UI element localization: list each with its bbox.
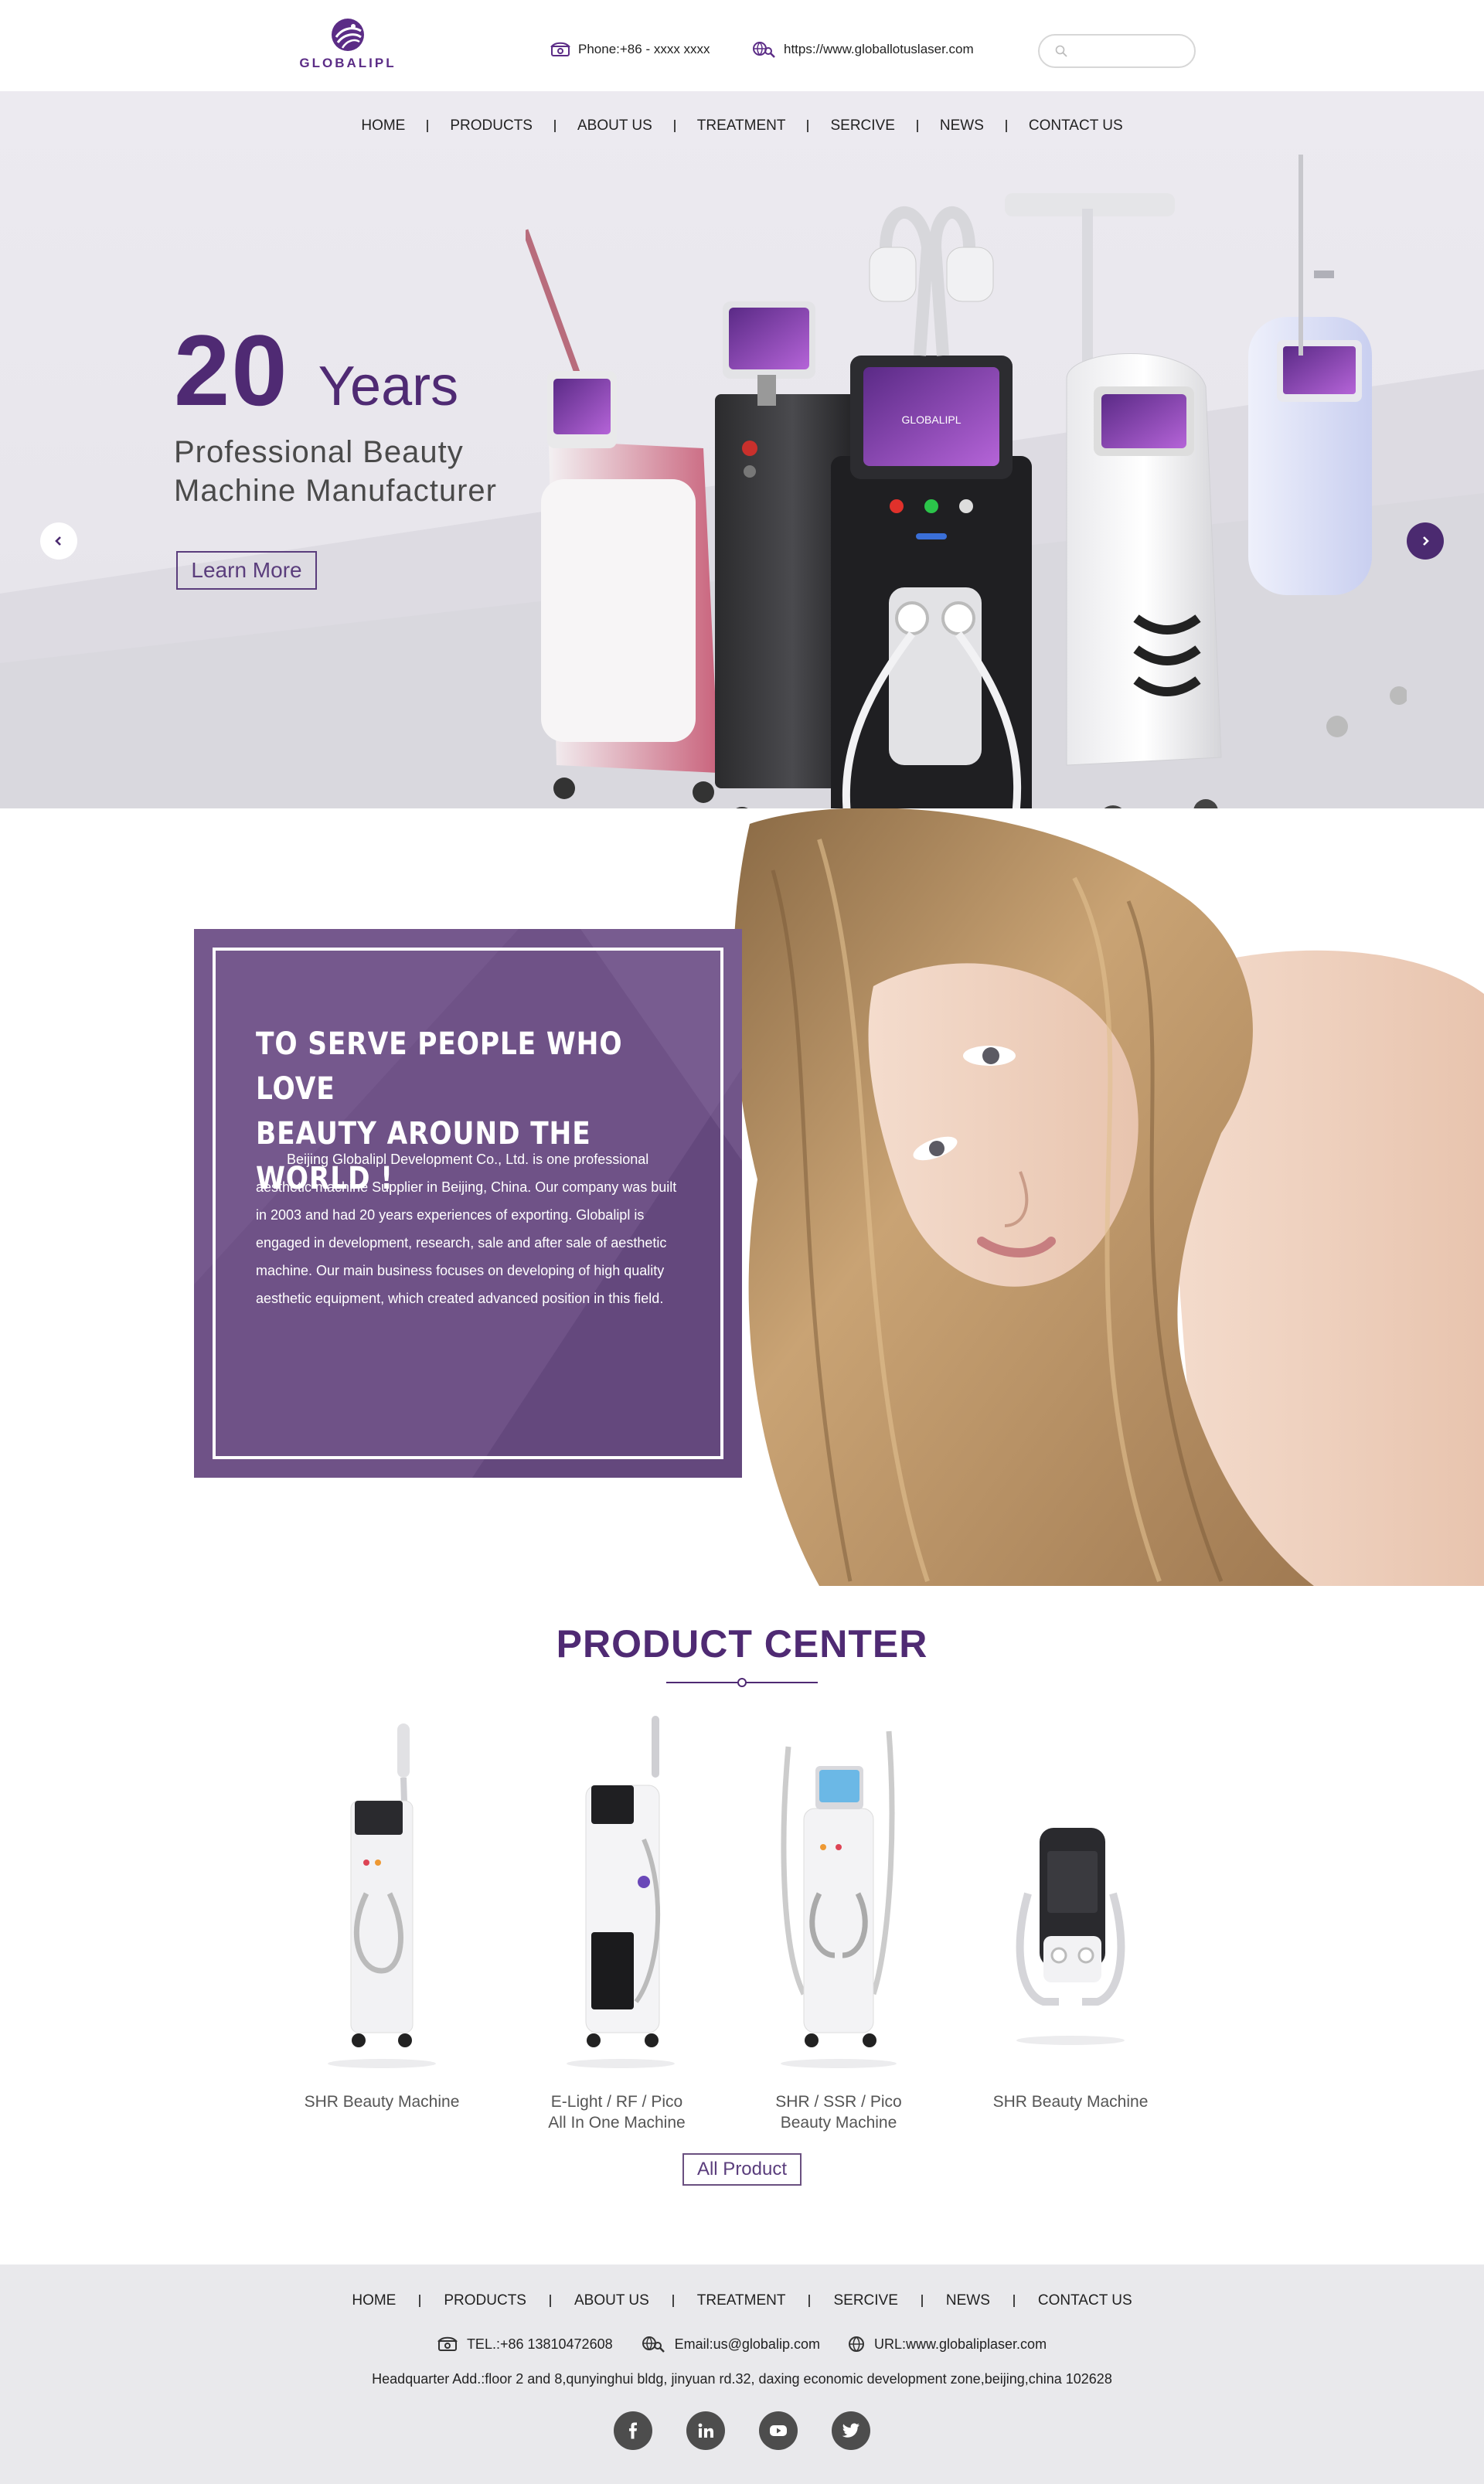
all-products-button[interactable]: All Product xyxy=(682,2153,802,2186)
phone-icon xyxy=(550,42,570,56)
hero-banner: HOME PRODUCTS ABOUT US TREATMENT SERCIVE… xyxy=(0,91,1484,808)
hero-headline: 20 Years xyxy=(174,320,458,420)
nav-about-us[interactable]: ABOUT US xyxy=(556,117,674,134)
hero-screen-brand: GLOBALIPL xyxy=(901,413,961,426)
product-card[interactable]: E-Light / RF / Pico All In One Machine xyxy=(516,1716,717,2133)
product-image xyxy=(567,1716,675,2068)
header-phone-text: Phone:+86 - xxxx xxxx xyxy=(578,42,710,56)
phone-icon xyxy=(437,2336,458,2351)
globe-logo-icon xyxy=(332,19,364,51)
nav-contact-us[interactable]: CONTACT US xyxy=(1007,117,1145,134)
product-name-line1: SHR Beauty Machine xyxy=(304,2093,460,2111)
nav-news[interactable]: NEWS xyxy=(918,117,1006,134)
globe-search-icon xyxy=(753,42,775,58)
hero-machines-image: GLOBALIPL xyxy=(526,155,1407,808)
header-url[interactable]: https://www.globallotuslaser.com xyxy=(751,40,974,59)
social-links xyxy=(0,2411,1484,2450)
logo-text: GLOBALIPL xyxy=(299,56,397,70)
slider-prev-button[interactable] xyxy=(40,522,77,560)
footer-address: Headquarter Add.:floor 2 and 8,qunyinghu… xyxy=(372,2371,1112,2387)
slider-next-button[interactable] xyxy=(1407,522,1444,560)
facebook-button[interactable] xyxy=(614,2411,652,2450)
product-center-title: PRODUCT CENTER xyxy=(556,1622,928,1666)
product-name-line2: Beauty Machine xyxy=(780,2114,897,2132)
product-card[interactable]: SHR Beauty Machine xyxy=(281,1716,482,2112)
main-nav: HOME PRODUCTS ABOUT US TREATMENT SERCIVE… xyxy=(0,114,1484,138)
footer-tel: TEL.:+86 13810472608 xyxy=(437,2336,613,2353)
footer-nav-about-us[interactable]: ABOUT US xyxy=(551,2292,672,2309)
twitter-icon xyxy=(842,2423,859,2438)
product-image xyxy=(781,1730,897,2068)
globe-search-icon xyxy=(642,2336,665,2353)
footer-nav-home[interactable]: HOME xyxy=(328,2292,419,2309)
footer-nav: HOME PRODUCTS ABOUT US TREATMENT SERCIVE… xyxy=(0,2292,1484,2309)
product-image xyxy=(1016,1828,1125,2045)
search-box[interactable] xyxy=(1038,34,1196,68)
nav-products[interactable]: PRODUCTS xyxy=(428,117,554,134)
about-title-line1: TO SERVE PEOPLE WHO LOVE xyxy=(256,1026,623,1107)
header-url-text: https://www.globallotuslaser.com xyxy=(784,42,974,56)
search-icon xyxy=(1055,45,1067,57)
product-name: SHR / SSR / Pico Beauty Machine xyxy=(738,2091,939,2133)
footer-email[interactable]: Email:us@globalip.com xyxy=(641,2336,820,2353)
footer-nav-treatment[interactable]: TREATMENT xyxy=(674,2292,809,2309)
product-name-line1: SHR / SSR / Pico xyxy=(775,2093,902,2111)
youtube-button[interactable] xyxy=(759,2411,798,2450)
title-divider xyxy=(666,1678,818,1687)
nav-service[interactable]: SERCIVE xyxy=(808,117,916,134)
product-name: SHR Beauty Machine xyxy=(281,2091,482,2112)
about-card: TO SERVE PEOPLE WHO LOVE BEAUTY AROUND T… xyxy=(194,929,742,1478)
chevron-right-icon xyxy=(1423,536,1429,546)
globe-icon xyxy=(848,2336,864,2352)
linkedin-icon xyxy=(698,2423,713,2438)
site-header: GLOBALIPL Phone:+86 - xxxx xxxx https://… xyxy=(0,0,1484,91)
about-description: Beijing Globalipl Development Co., Ltd. … xyxy=(256,1152,677,1306)
product-name-line2: All In One Machine xyxy=(548,2114,686,2132)
hero-years-word: Years xyxy=(318,356,459,417)
twitter-button[interactable] xyxy=(832,2411,870,2450)
footer-contact-info: TEL.:+86 13810472608 Email:us@globalip.c… xyxy=(0,2336,1484,2353)
linkedin-button[interactable] xyxy=(686,2411,725,2450)
footer-nav-news[interactable]: NEWS xyxy=(923,2292,1013,2309)
youtube-icon xyxy=(770,2425,787,2436)
facebook-icon xyxy=(629,2422,637,2439)
footer-email-text: Email:us@globalip.com xyxy=(674,2336,820,2352)
nav-treatment[interactable]: TREATMENT xyxy=(676,117,808,134)
product-name-line1: SHR Beauty Machine xyxy=(992,2093,1149,2111)
hero-years-number: 20 xyxy=(174,314,289,427)
footer-url-text: URL:www.globaliplaser.com xyxy=(873,2336,1047,2352)
logo[interactable]: GLOBALIPL xyxy=(298,17,398,73)
footer-nav-products[interactable]: PRODUCTS xyxy=(420,2292,550,2309)
product-name-line1: E-Light / RF / Pico xyxy=(550,2093,683,2111)
learn-more-button[interactable]: Learn More xyxy=(176,551,317,590)
nav-home[interactable]: HOME xyxy=(339,117,427,134)
footer-nav-service[interactable]: SERCIVE xyxy=(810,2292,921,2309)
product-card[interactable]: SHR / SSR / Pico Beauty Machine xyxy=(738,1716,939,2133)
product-name: E-Light / RF / Pico All In One Machine xyxy=(516,2091,717,2133)
search-input[interactable] xyxy=(1074,44,1190,58)
footer-tel-text: TEL.:+86 13810472608 xyxy=(466,2336,613,2352)
about-section: TO SERVE PEOPLE WHO LOVE BEAUTY AROUND T… xyxy=(0,808,1484,1586)
footer-url[interactable]: URL:www.globaliplaser.com xyxy=(848,2336,1047,2353)
footer-nav-contact-us[interactable]: CONTACT US xyxy=(1015,2292,1156,2309)
header-phone: Phone:+86 - xxxx xxxx xyxy=(550,40,710,59)
chevron-left-icon xyxy=(55,536,61,546)
product-name: SHR Beauty Machine xyxy=(970,2091,1171,2112)
product-card[interactable]: SHR Beauty Machine xyxy=(970,1716,1171,2112)
site-footer: HOME PRODUCTS ABOUT US TREATMENT SERCIVE… xyxy=(0,2265,1484,2484)
product-image xyxy=(328,1723,436,2068)
model-photo xyxy=(727,808,1484,1586)
